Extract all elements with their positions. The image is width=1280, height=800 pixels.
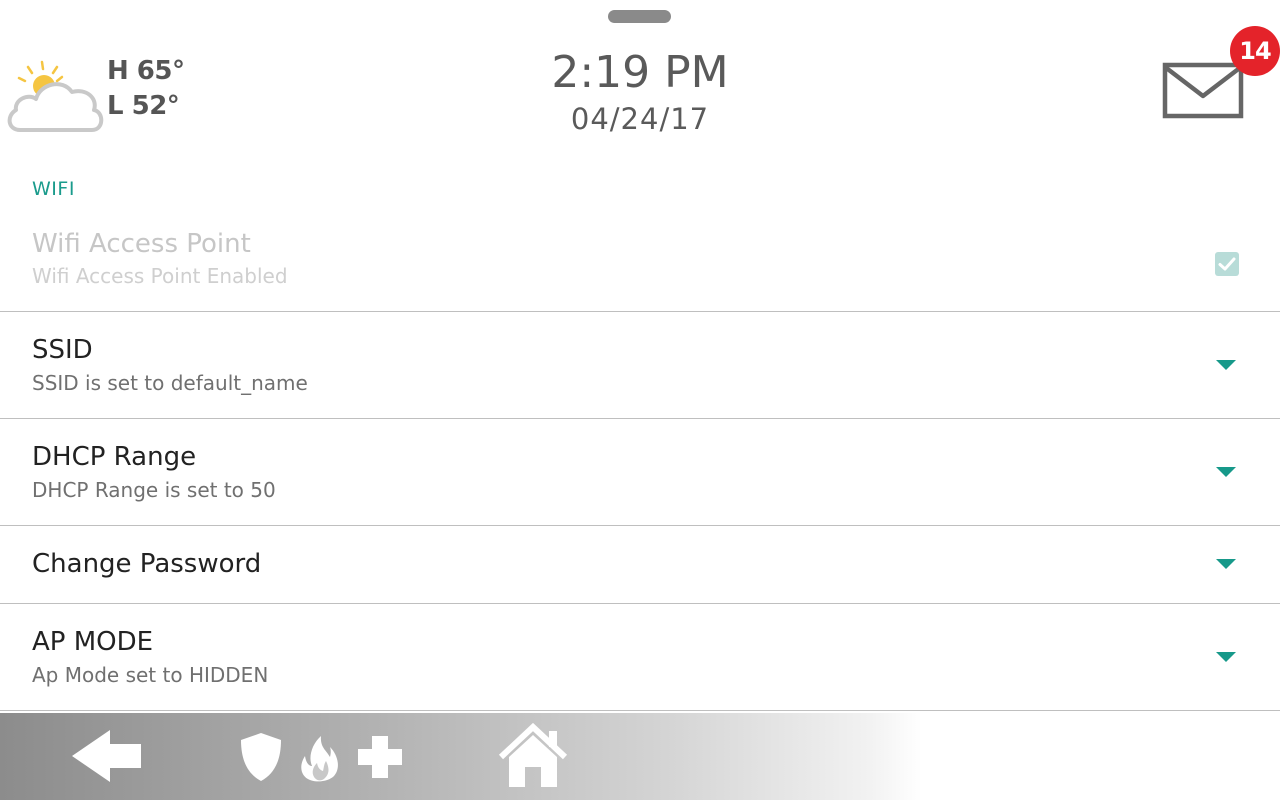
setting-subtitle: Ap Mode set to HIDDEN (32, 663, 269, 687)
setting-row-wifi-access-point[interactable]: Wifi Access Point Wifi Access Point Enab… (0, 218, 1280, 312)
temperature-low: L 52° (107, 91, 180, 121)
section-title-wifi: WIFI (32, 178, 75, 200)
back-arrow-icon[interactable] (70, 729, 144, 787)
home-icon[interactable] (497, 722, 569, 793)
clock-time: 2:19 PM (551, 47, 729, 98)
setting-subtitle: SSID is set to default_name (32, 371, 308, 395)
setting-title: Change Password (32, 549, 262, 579)
setting-subtitle: Wifi Access Point Enabled (32, 264, 288, 288)
chevron-down-icon[interactable] (1216, 467, 1236, 477)
setting-title: Wifi Access Point (32, 229, 251, 259)
setting-subtitle: DHCP Range is set to 50 (32, 478, 276, 502)
setting-title: DHCP Range (32, 442, 197, 472)
shield-icon[interactable] (238, 731, 284, 787)
chevron-down-icon[interactable] (1216, 652, 1236, 662)
partly-cloudy-icon (6, 60, 106, 136)
message-count-badge: 14 (1230, 26, 1280, 76)
temperature-high: H 65° (107, 56, 185, 86)
fire-icon[interactable] (298, 733, 342, 787)
setting-row-ap-mode[interactable]: AP MODE Ap Mode set to HIDDEN (0, 604, 1280, 711)
chevron-down-icon[interactable] (1216, 360, 1236, 370)
setting-title: AP MODE (32, 627, 154, 657)
setting-row-ssid[interactable]: SSID SSID is set to default_name (0, 312, 1280, 419)
medical-cross-icon[interactable] (356, 734, 404, 784)
setting-title: SSID (32, 335, 93, 365)
checkmark-icon (1218, 257, 1236, 271)
chevron-down-icon[interactable] (1216, 559, 1236, 569)
clock-date: 04/24/17 (570, 102, 710, 136)
wifi-access-point-checkbox[interactable] (1215, 252, 1239, 276)
setting-row-dhcp-range[interactable]: DHCP Range DHCP Range is set to 50 (0, 419, 1280, 526)
pull-down-handle[interactable] (608, 10, 671, 23)
settings-screen: H 65° L 52° 2:19 PM 04/24/17 14 WIFI Wif… (0, 0, 1280, 800)
bottom-navigation-bar (0, 713, 1280, 800)
setting-row-change-password[interactable]: Change Password (0, 526, 1280, 604)
